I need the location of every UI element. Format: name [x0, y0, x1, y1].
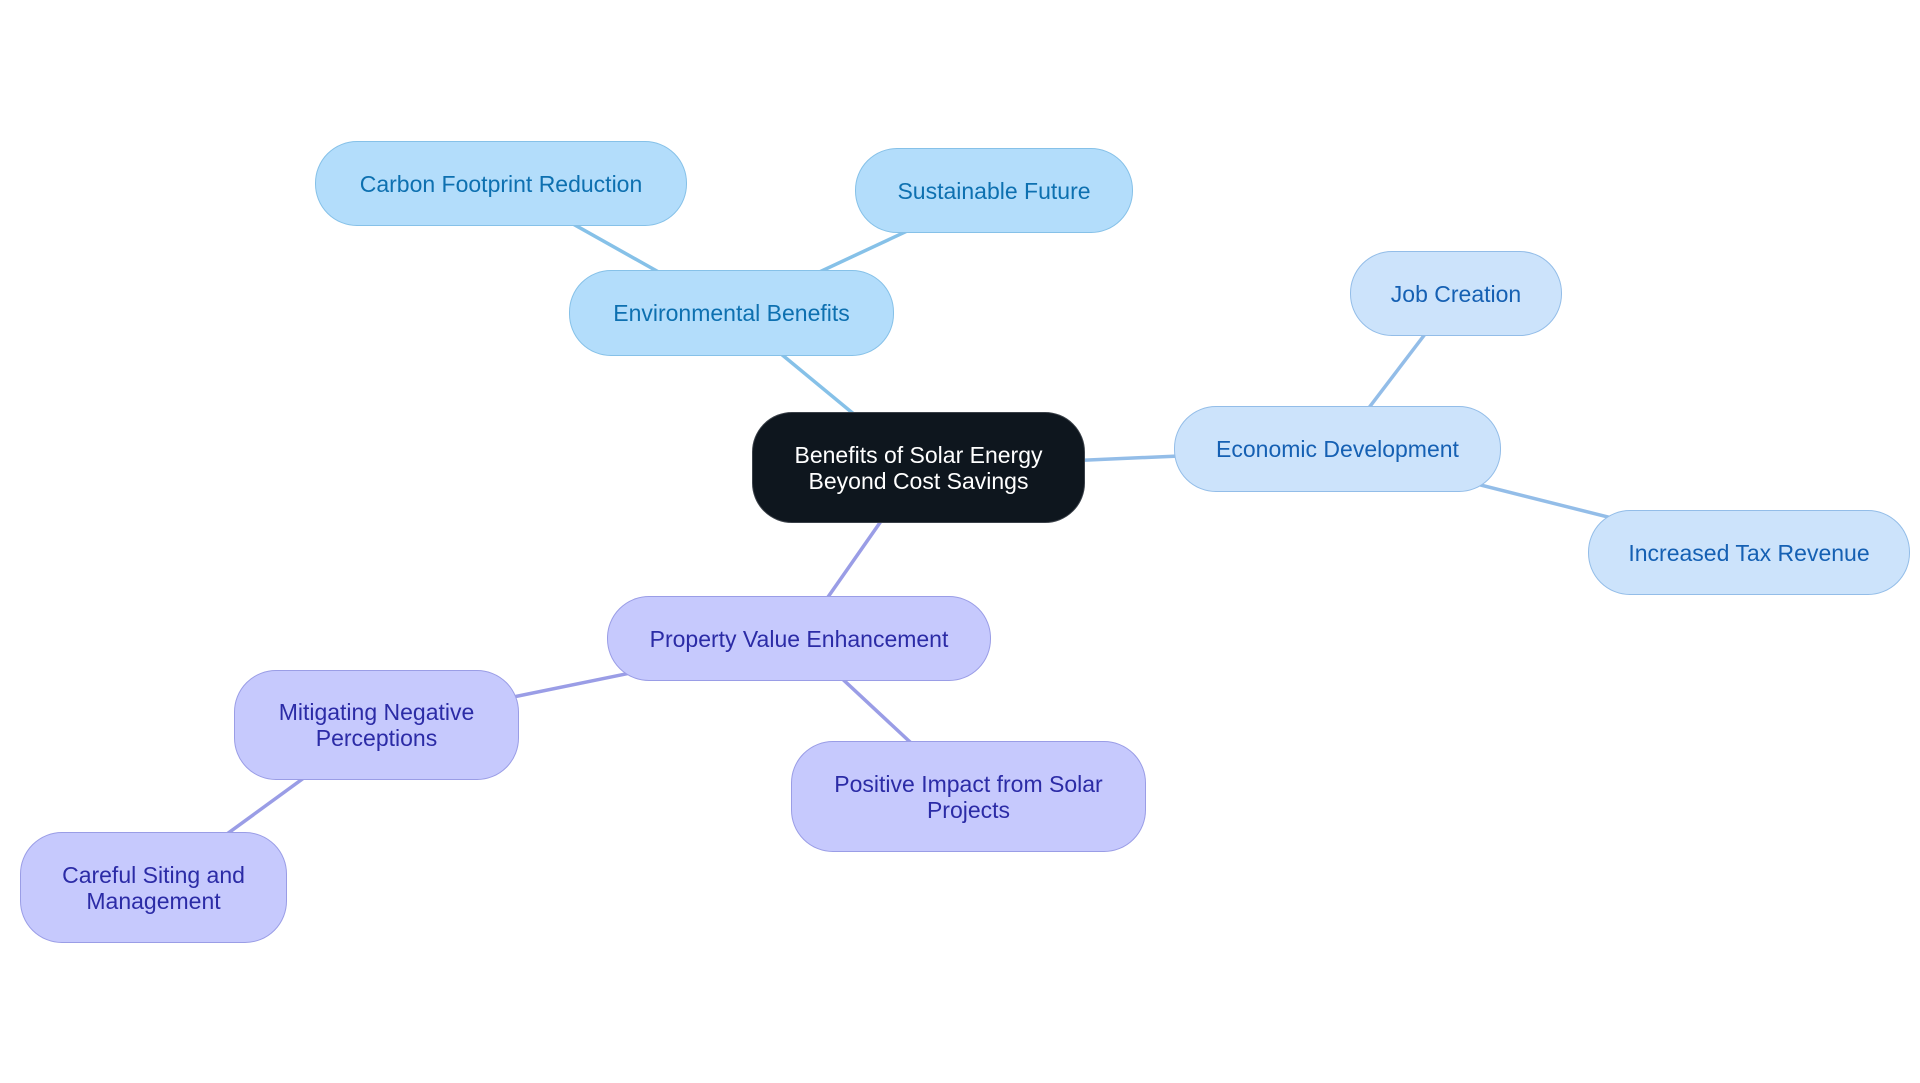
job-creation-node[interactable]: Job Creation	[1350, 251, 1562, 336]
property-value-enhancement-node[interactable]: Property Value Enhancement	[607, 596, 991, 681]
careful-siting-node[interactable]: Careful Siting and Management	[20, 832, 287, 943]
sustainable-future-node[interactable]: Sustainable Future	[855, 148, 1133, 233]
sustainable-future-label: Sustainable Future	[897, 177, 1091, 204]
property-value-enhancement-label: Property Value Enhancement	[649, 625, 949, 652]
mitigating-negative-perceptions-node[interactable]: Mitigating Negative Perceptions	[234, 670, 519, 780]
increased-tax-revenue-node[interactable]: Increased Tax Revenue	[1588, 510, 1910, 595]
careful-siting-label: Careful Siting and Management	[62, 861, 245, 914]
economic-development-node[interactable]: Economic Development	[1174, 406, 1501, 492]
environmental-benefits-node[interactable]: Environmental Benefits	[569, 270, 894, 356]
increased-tax-revenue-label: Increased Tax Revenue	[1628, 539, 1870, 566]
positive-impact-label: Positive Impact from Solar Projects	[834, 770, 1103, 823]
mitigating-negative-perceptions-label: Mitigating Negative Perceptions	[278, 699, 475, 751]
positive-impact-node[interactable]: Positive Impact from Solar Projects	[791, 741, 1146, 852]
root-node[interactable]: Benefits of Solar Energy Beyond Cost Sav…	[752, 412, 1085, 523]
economic-development-label: Economic Development	[1216, 436, 1459, 462]
carbon-footprint-reduction-node[interactable]: Carbon Footprint Reduction	[315, 141, 687, 226]
carbon-footprint-reduction-label: Carbon Footprint Reduction	[359, 170, 643, 197]
environmental-benefits-label: Environmental Benefits	[613, 300, 850, 326]
root-node-label: Benefits of Solar Energy Beyond Cost Sav…	[794, 441, 1043, 494]
job-creation-label: Job Creation	[1390, 280, 1522, 307]
